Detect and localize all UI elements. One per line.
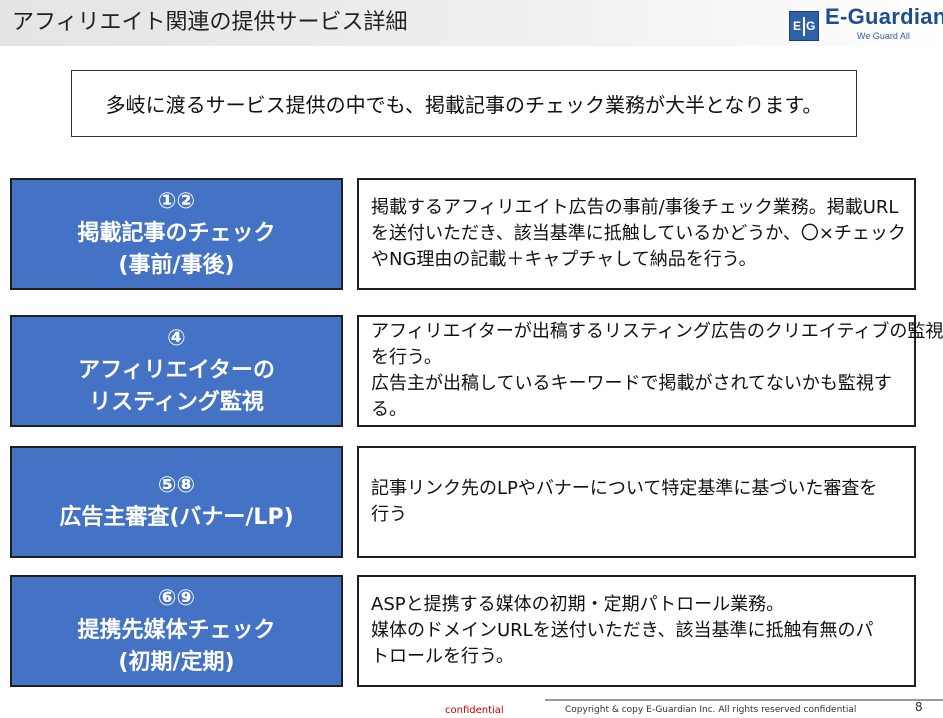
footer-confidential: confidential (445, 705, 504, 716)
service-desc-line: 媒体のドメインURLを送付いただき、該当基準に抵触有無のパ (371, 620, 874, 641)
service-label-line: リスティング監視 (89, 390, 264, 415)
service-desc-listing-monitoring: アフィリエイターが出稿するリスティング広告のクリエイティブの監視 を行う。 広告… (357, 315, 943, 427)
service-label-line: ⑥⑨ (157, 586, 196, 611)
service-label-line: ④ (167, 326, 186, 351)
service-desc-line: 掲載するアフィリエイト広告の事前/事後チェック業務。掲載URL (371, 197, 899, 218)
logo-mark-letter-right: G (806, 19, 816, 33)
service-desc-line: を行う。 (371, 347, 442, 368)
logo-name: E-Guardian (825, 4, 943, 29)
service-label-line: 広告主審査(バナー/LP) (59, 505, 294, 530)
service-label-article-check: ①② 掲載記事のチェック (事前/事後) (10, 178, 343, 290)
service-desc-partner-media-check: ASPと提携する媒体の初期・定期パトロール業務。 媒体のドメインURLを送付いた… (357, 575, 916, 687)
service-desc-line: ASPと提携する媒体の初期・定期パトロール業務。 (371, 594, 785, 615)
service-desc-line: トロールを行う。 (371, 646, 514, 667)
logo-tagline: We Guard All (857, 31, 910, 41)
summary-box: 多岐に渡るサービス提供の中でも、掲載記事のチェック業務が大半となります。 (71, 70, 857, 137)
service-desc-line: アフィリエイターが出稿するリスティング広告のクリエイティブの監視 (371, 321, 943, 342)
service-desc-line: る。 (371, 399, 407, 420)
service-desc-line: やNG理由の記載＋キャプチャして納品を行う。 (371, 249, 757, 270)
service-label-line: 提携先媒体チェック (77, 618, 276, 643)
logo-mark-letter-left: E (793, 19, 802, 33)
service-desc-line: 広告主が出稿しているキーワードで掲載がされてないかも監視す (371, 373, 892, 394)
summary-text: 多岐に渡るサービス提供の中でも、掲載記事のチェック業務が大半となります。 (105, 93, 823, 117)
service-desc-advertiser-review: 記事リンク先のLPやバナーについて特定基準に基づいた審査を 行う (357, 446, 916, 558)
service-label-line: ⑤⑧ (157, 473, 196, 498)
company-logo: E G E-Guardian We Guard All (789, 4, 943, 44)
service-label-line: 掲載記事のチェック (77, 221, 276, 246)
service-label-listing-monitoring: ④ アフィリエイターの リスティング監視 (10, 315, 343, 427)
service-label-line: (初期/定期) (118, 650, 235, 675)
logo-mark-icon: E G (789, 11, 819, 41)
service-label-partner-media-check: ⑥⑨ 提携先媒体チェック (初期/定期) (10, 575, 343, 687)
service-desc-line: 記事リンク先のLPやバナーについて特定基準に基づいた審査を (371, 478, 878, 499)
service-label-line: アフィリエイターの (78, 358, 275, 383)
service-label-advertiser-review: ⑤⑧ 広告主審査(バナー/LP) (10, 446, 343, 558)
service-label-line: ①② (157, 189, 196, 214)
service-desc-line: を送付いただき、該当基準に抵触しているかどうか、〇×チェック (371, 223, 906, 244)
footer-copyright: Copyright & copy E-Guardian Inc. All rig… (565, 705, 857, 715)
service-desc-article-check: 掲載するアフィリエイト広告の事前/事後チェック業務。掲載URL を送付いただき、… (357, 178, 916, 290)
footer-divider (545, 699, 943, 701)
page-number: 8 (915, 700, 923, 714)
page-title: アフィリエイト関連の提供サービス詳細 (12, 10, 408, 35)
service-label-line: (事前/事後) (118, 253, 235, 278)
service-desc-line: 行う (371, 504, 407, 525)
